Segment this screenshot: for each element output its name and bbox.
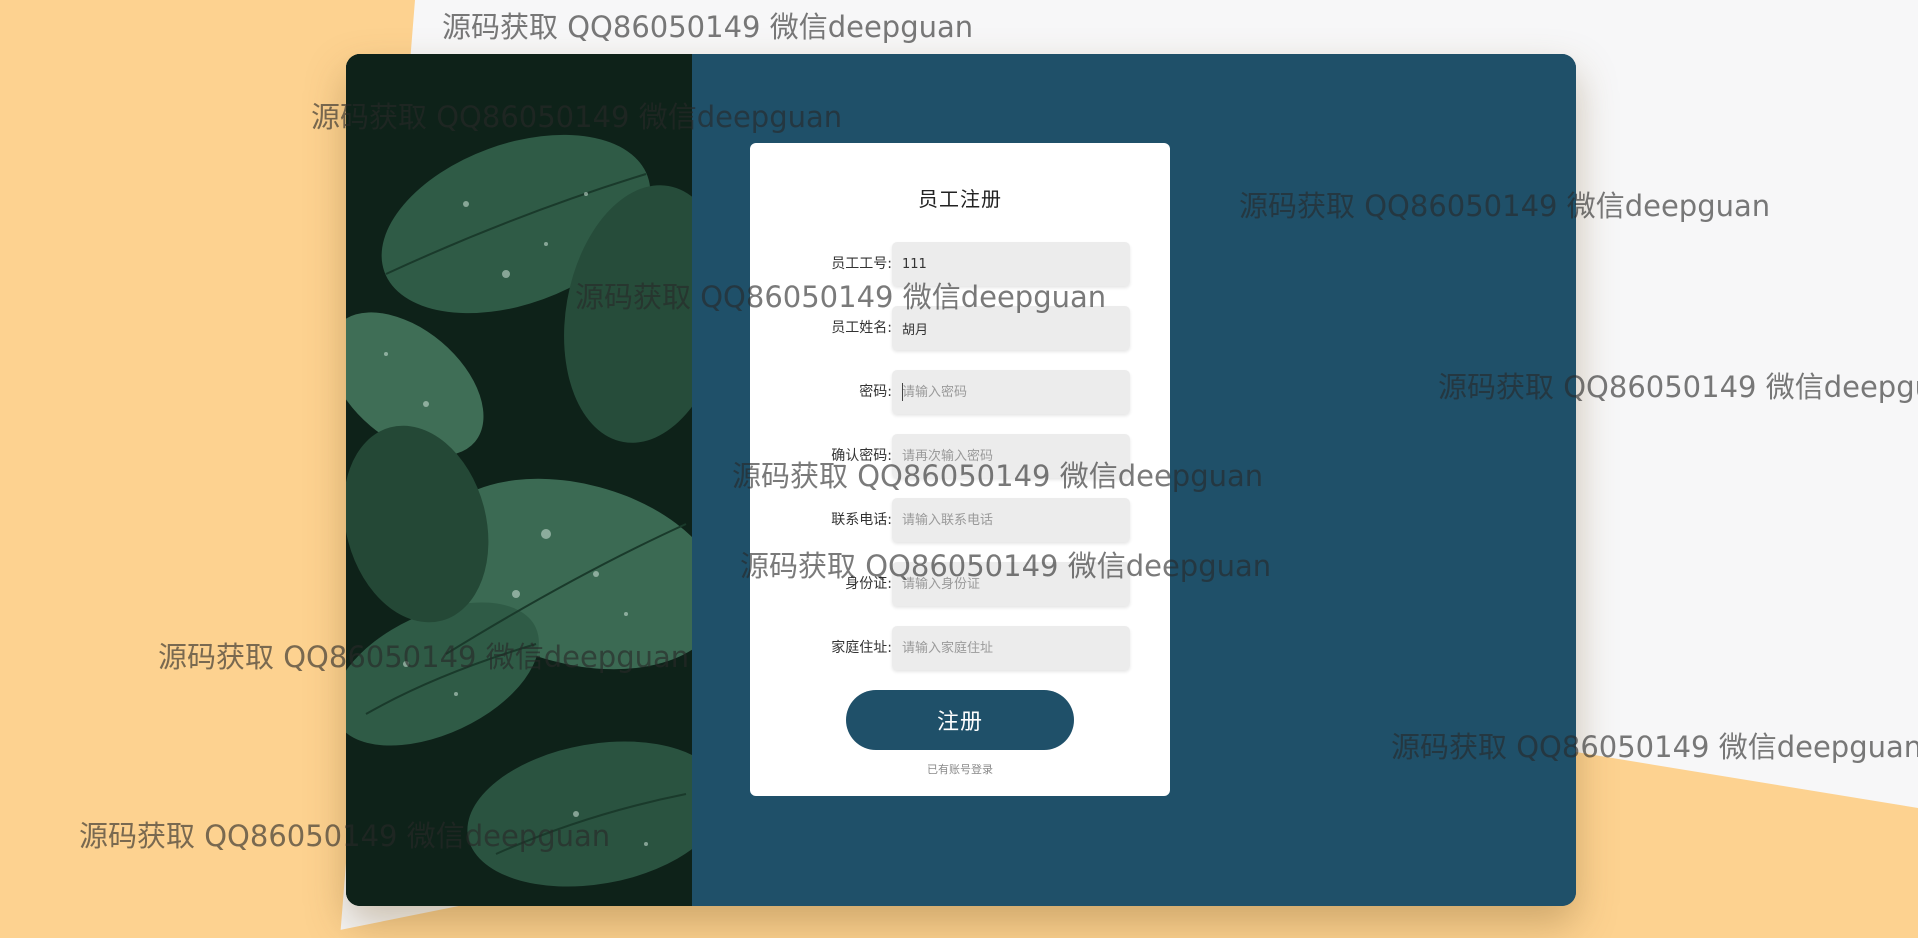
address-input[interactable] — [892, 626, 1130, 670]
phone-label: 联系电话: — [831, 512, 892, 528]
address-label: 家庭住址: — [831, 640, 892, 656]
row-employee-id: 员工工号: — [750, 242, 1170, 286]
id-card-label: 身份证: — [845, 576, 892, 592]
text-caret — [902, 383, 903, 401]
row-phone: 联系电话: — [750, 498, 1170, 542]
row-confirm-password: 确认密码: — [750, 434, 1170, 478]
confirm-password-input[interactable] — [892, 434, 1130, 478]
form-title: 员工注册 — [918, 187, 1002, 211]
row-password: 密码: — [750, 370, 1170, 414]
phone-input[interactable] — [892, 498, 1130, 542]
employee-id-input[interactable] — [892, 242, 1130, 286]
confirm-password-label: 确认密码: — [831, 448, 892, 464]
employee-id-label: 员工工号: — [831, 256, 892, 272]
register-button[interactable]: 注册 — [846, 690, 1074, 750]
id-card-input[interactable] — [892, 562, 1130, 606]
leaf-photo — [346, 54, 692, 906]
employee-name-label: 员工姓名: — [831, 320, 892, 336]
register-form: 员工注册 员工工号: 员工姓名: 密码: 确认密码: 联系电话: 身份证: 家庭… — [750, 143, 1170, 796]
password-label: 密码: — [859, 384, 892, 400]
row-employee-name: 员工姓名: — [750, 306, 1170, 350]
row-id-card: 身份证: — [750, 562, 1170, 606]
row-address: 家庭住址: — [750, 626, 1170, 670]
password-input[interactable] — [892, 370, 1130, 414]
employee-name-input[interactable] — [892, 306, 1130, 350]
login-link[interactable]: 已有账号登录 — [750, 761, 1170, 777]
